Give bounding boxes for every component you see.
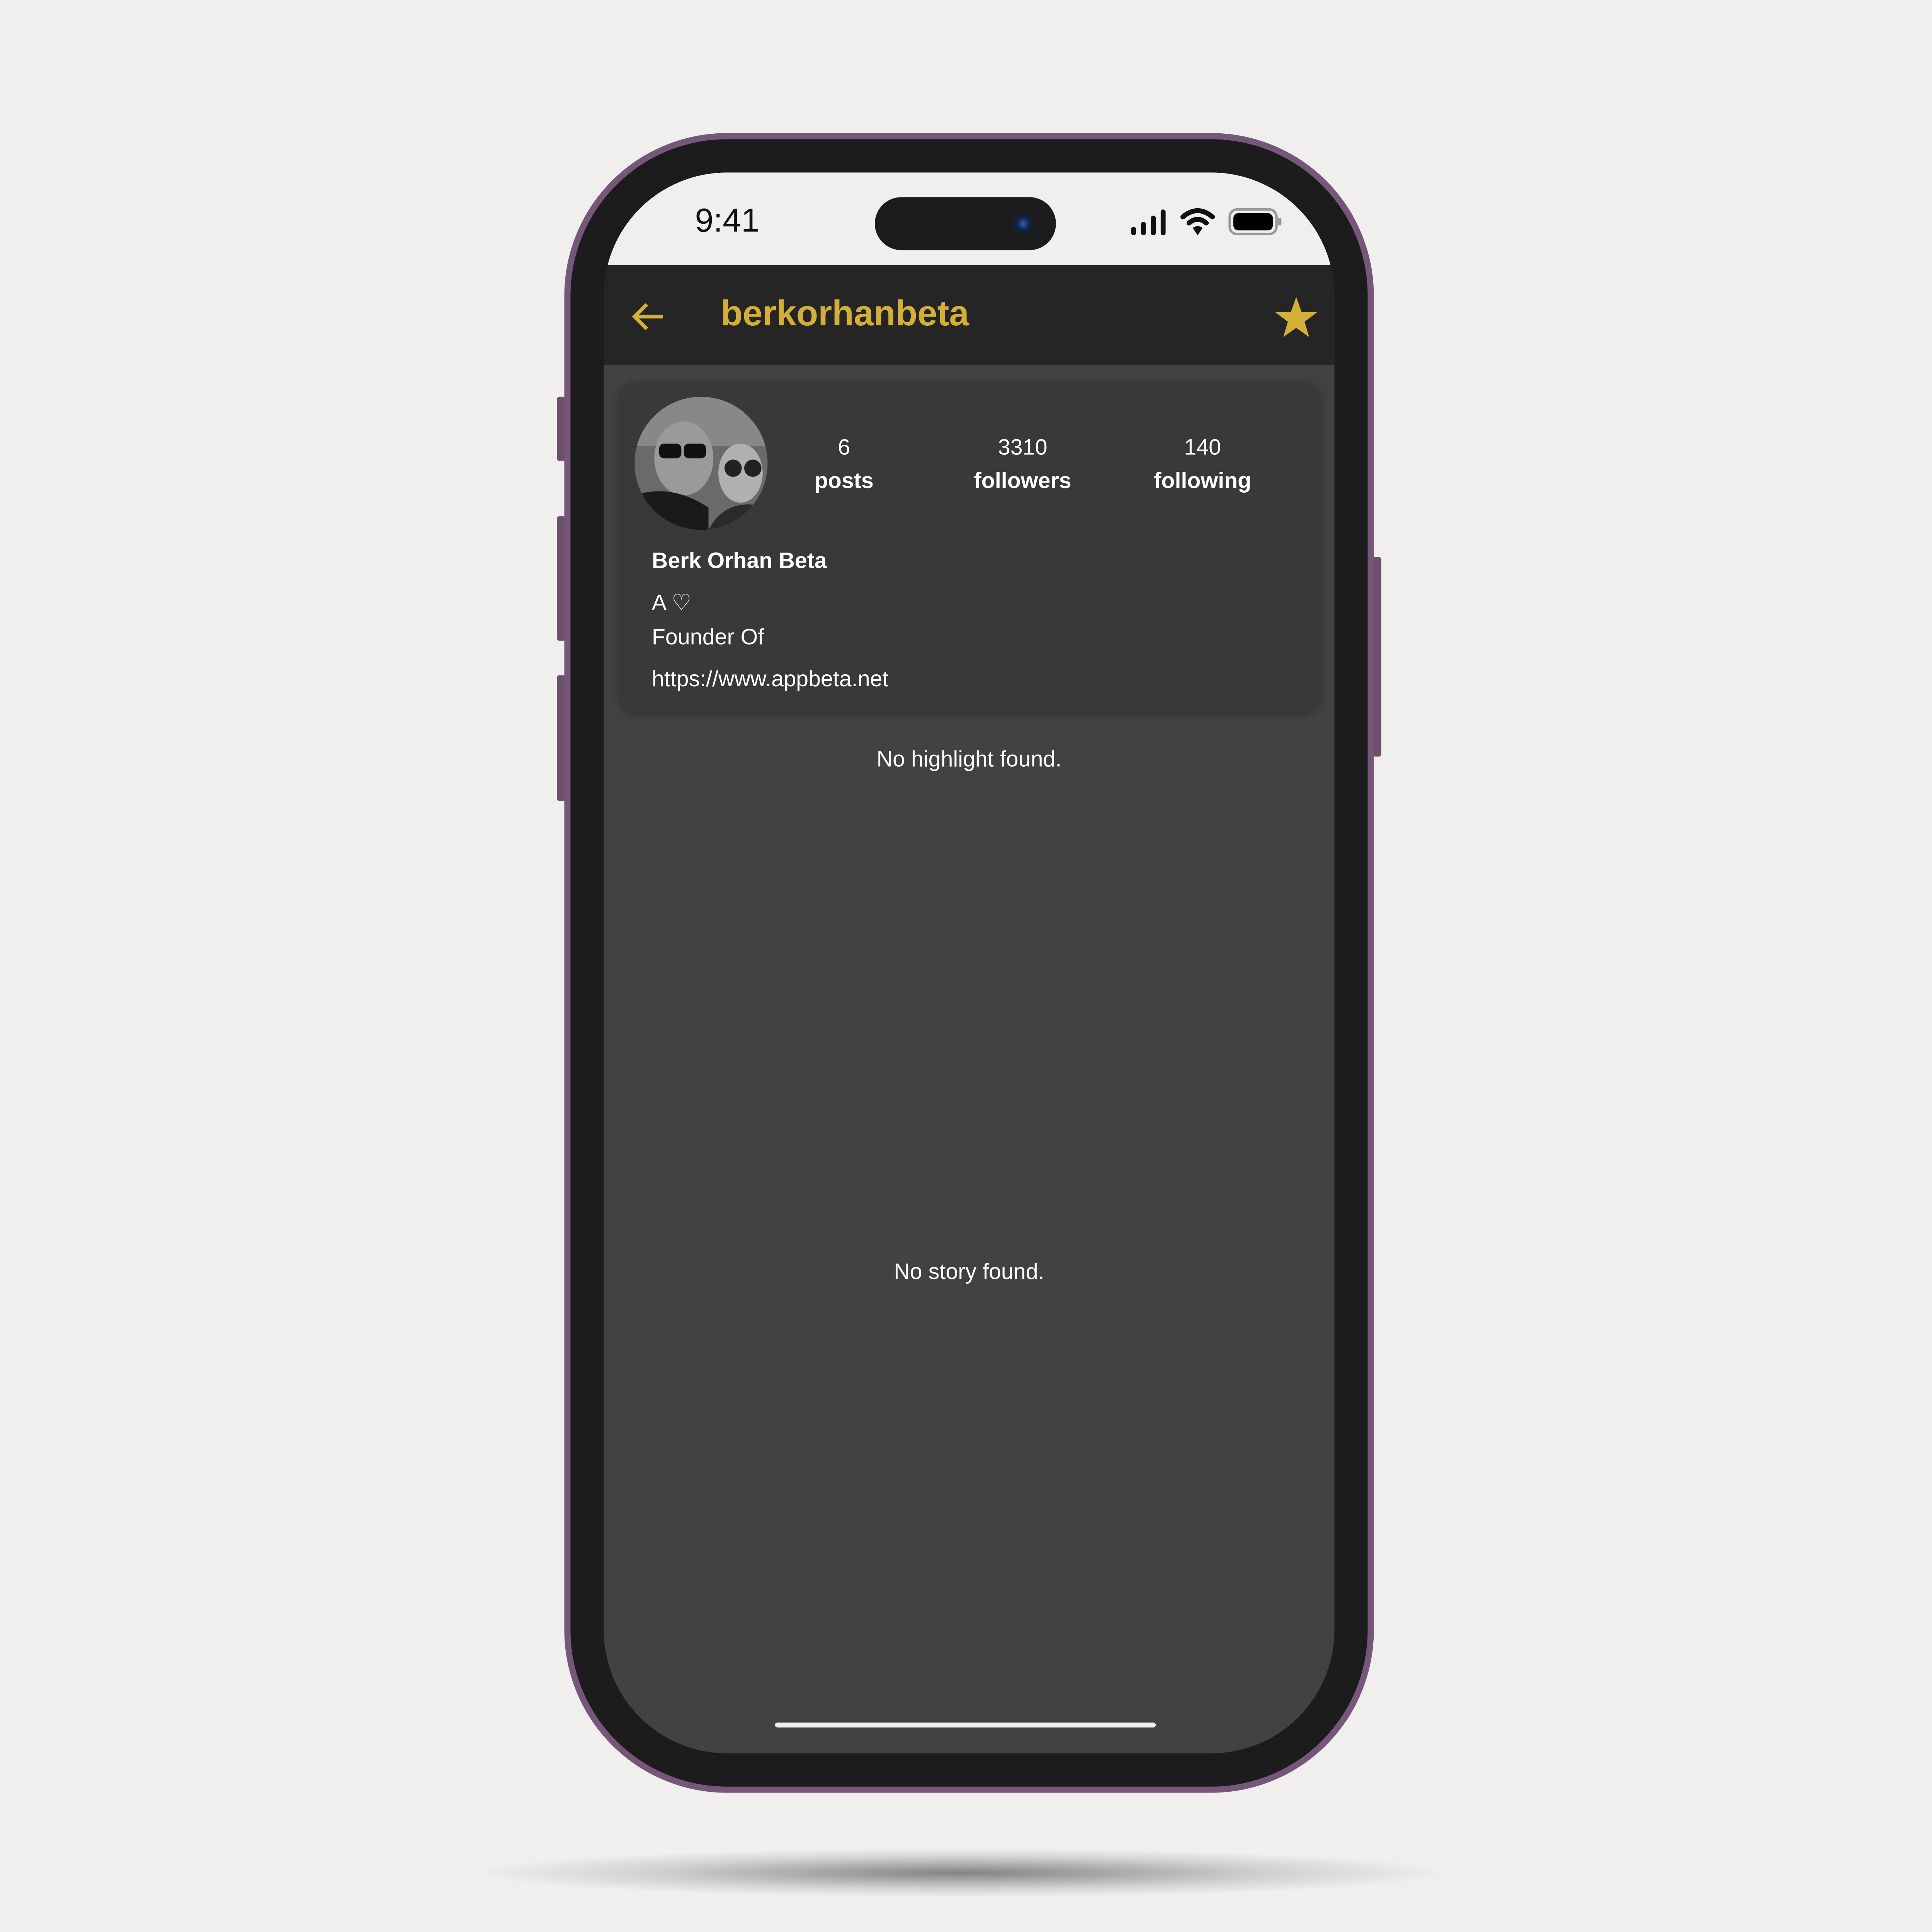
- stat-value: 3310: [998, 435, 1048, 460]
- phone-shadow: [468, 1848, 1454, 1898]
- camera-icon: [1014, 214, 1033, 233]
- stat-value: 140: [1184, 435, 1221, 460]
- battery-icon: [1228, 208, 1282, 236]
- highlights-empty-message: No highlight found.: [876, 747, 1062, 772]
- profile-bio-line: A ♡: [651, 590, 692, 615]
- dynamic-island: [875, 197, 1056, 250]
- stat-value: 6: [838, 435, 850, 460]
- wifi-icon: [1180, 208, 1215, 236]
- arrow-left-icon[interactable]: [628, 297, 668, 336]
- signal-icon: [1131, 209, 1166, 236]
- stories-empty-message: No story found.: [894, 1259, 1044, 1284]
- star-icon[interactable]: [1274, 297, 1318, 338]
- status-bar: 9:41: [604, 172, 1335, 265]
- phone-screen: 9:41 berkorhanbeta 6 posts 3310 follower…: [604, 172, 1335, 1753]
- status-time: 9:41: [695, 202, 760, 239]
- avatar-photo: [634, 396, 768, 530]
- stat-posts[interactable]: 6 posts: [758, 431, 930, 498]
- profile-website-link[interactable]: https://www.appbeta.net: [652, 667, 889, 692]
- stat-label: posts: [814, 468, 874, 493]
- power-button: [1372, 557, 1381, 757]
- profile-bio-line: Founder Of: [651, 624, 764, 650]
- home-indicator[interactable]: [775, 1722, 1156, 1728]
- profile-username: berkorhanbeta: [721, 294, 969, 334]
- profile-full-name: Berk Orhan Beta: [651, 548, 827, 573]
- mockup-stage: 9:41 berkorhanbeta 6 posts 3310 follower…: [0, 0, 1932, 1932]
- stat-following[interactable]: 140 following: [1116, 431, 1289, 498]
- stat-label: following: [1154, 468, 1252, 493]
- profile-card: 6 posts 3310 followers 140 following Ber…: [618, 382, 1321, 713]
- stat-followers[interactable]: 3310 followers: [936, 431, 1109, 498]
- app-bar: berkorhanbeta: [604, 265, 1335, 365]
- stat-label: followers: [974, 468, 1071, 493]
- avatar[interactable]: [634, 396, 768, 530]
